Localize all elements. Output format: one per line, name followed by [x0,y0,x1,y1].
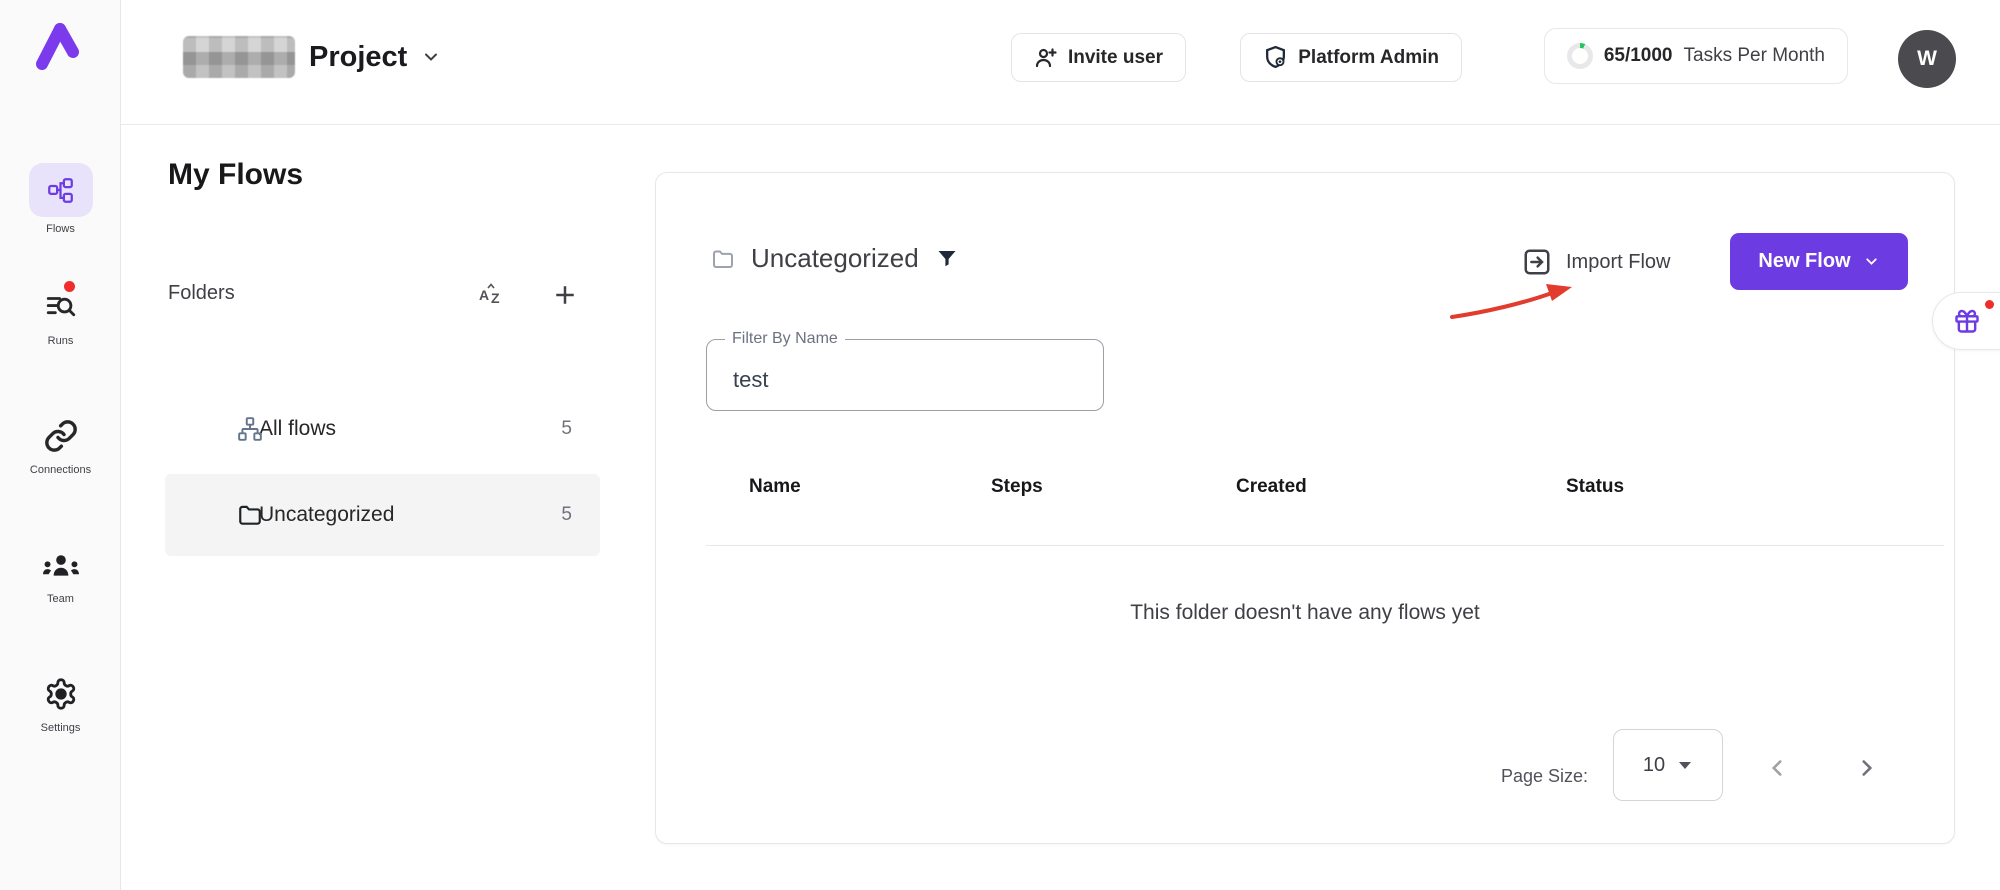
filter-by-name-input[interactable] [707,340,1103,410]
all-flows-icon [237,416,263,442]
folder-icon [237,502,263,528]
new-flow-button[interactable]: New Flow [1730,233,1908,290]
sidebar-label-team: Team [0,593,121,605]
workflow-icon [47,177,74,204]
page-size-select[interactable]: 10 [1613,729,1723,801]
app-root: Flows Runs Connections [0,0,2000,890]
tasks-usage-fraction: 65/1000 [1604,45,1673,67]
page-size-label: Page Size: [1501,766,1588,787]
import-icon [1522,247,1552,277]
folder-row-all-flows[interactable]: All flows 5 [165,398,600,460]
activepieces-logo[interactable] [30,18,86,74]
column-header-created: Created [1236,476,1307,498]
table-divider [706,545,1944,546]
rewards-notification-dot [1985,300,1994,309]
folder-row-uncategorized[interactable]: Uncategorized 5 [165,474,600,556]
folder-name: All flows [259,417,336,441]
import-flow-button[interactable]: Import Flow [1522,247,1670,277]
platform-admin-label: Platform Admin [1298,47,1439,69]
sidebar-item-connections[interactable]: Connections [0,414,121,476]
svg-text:A: A [479,287,489,303]
chevron-left-icon [1764,755,1790,781]
project-selector[interactable]: Project [183,28,441,86]
folder-count: 5 [561,418,572,440]
sidebar-item-settings[interactable]: Settings [0,672,121,734]
top-header: Project Invite user Platform Admin 65/10… [121,0,2000,125]
filter-by-name-field: Filter By Name [706,339,1104,411]
avatar[interactable]: W [1898,30,1956,88]
column-header-steps: Steps [991,476,1043,498]
sidebar-item-runs[interactable]: Runs [0,285,121,347]
chevron-down-icon [421,47,441,67]
runs-icon [44,290,78,324]
sidebar-label-connections: Connections [0,464,121,476]
page-title: My Flows [168,158,303,192]
invite-user-label: Invite user [1068,47,1163,69]
sidebar-label-settings: Settings [0,722,121,734]
shield-icon [1263,45,1288,70]
folders-label: Folders [168,282,235,304]
panel-folder-title: Uncategorized [751,243,919,274]
tasks-usage-label: Tasks Per Month [1684,45,1826,67]
flows-panel: Uncategorized Import Flow New Flow Filte… [655,172,1955,844]
sort-az-button[interactable]: A Z [476,280,504,308]
folder-count: 5 [561,504,572,526]
link-icon [43,418,79,454]
sidebar-label-flows: Flows [0,223,121,235]
page-size-value: 10 [1643,754,1665,777]
sidebar-item-flows[interactable]: Flows [0,163,121,235]
annotation-arrow [1446,279,1586,323]
invite-user-button[interactable]: Invite user [1011,33,1186,82]
chevron-right-icon [1854,755,1880,781]
next-page-button[interactable] [1854,755,1880,781]
add-folder-button[interactable] [550,280,580,310]
folder-icon [711,247,735,271]
folder-name: Uncategorized [259,503,394,527]
folders-header: Folders A Z [168,282,600,314]
tasks-usage-chip[interactable]: 65/1000 Tasks Per Month [1544,28,1848,84]
gear-icon [44,677,78,711]
tasks-progress-ring [1567,43,1593,69]
redacted-project-name [183,36,295,78]
sort-az-icon: A Z [476,280,504,308]
new-flow-label: New Flow [1758,250,1850,273]
filter-funnel-icon[interactable] [935,246,959,272]
runs-notification-dot [64,281,75,292]
platform-admin-button[interactable]: Platform Admin [1240,33,1462,82]
empty-state-message: This folder doesn't have any flows yet [656,601,1954,625]
chevron-down-icon [1863,253,1880,270]
previous-page-button[interactable] [1764,755,1790,781]
team-icon [41,548,81,582]
plus-icon [550,280,580,310]
sidebar-item-team[interactable]: Team [0,543,121,605]
sidebar: Flows Runs Connections [0,0,121,890]
user-plus-icon [1034,46,1058,70]
column-header-status: Status [1566,476,1624,498]
project-title: Project [309,41,407,74]
svg-text:Z: Z [491,290,500,306]
rewards-tab[interactable] [1932,292,2000,350]
select-arrow-icon [1677,759,1693,771]
panel-title-row: Uncategorized [711,243,959,274]
gift-icon [1953,307,1981,335]
avatar-initial: W [1917,47,1937,71]
column-header-name: Name [749,476,801,498]
sidebar-label-runs: Runs [0,335,121,347]
import-flow-label: Import Flow [1566,251,1670,274]
